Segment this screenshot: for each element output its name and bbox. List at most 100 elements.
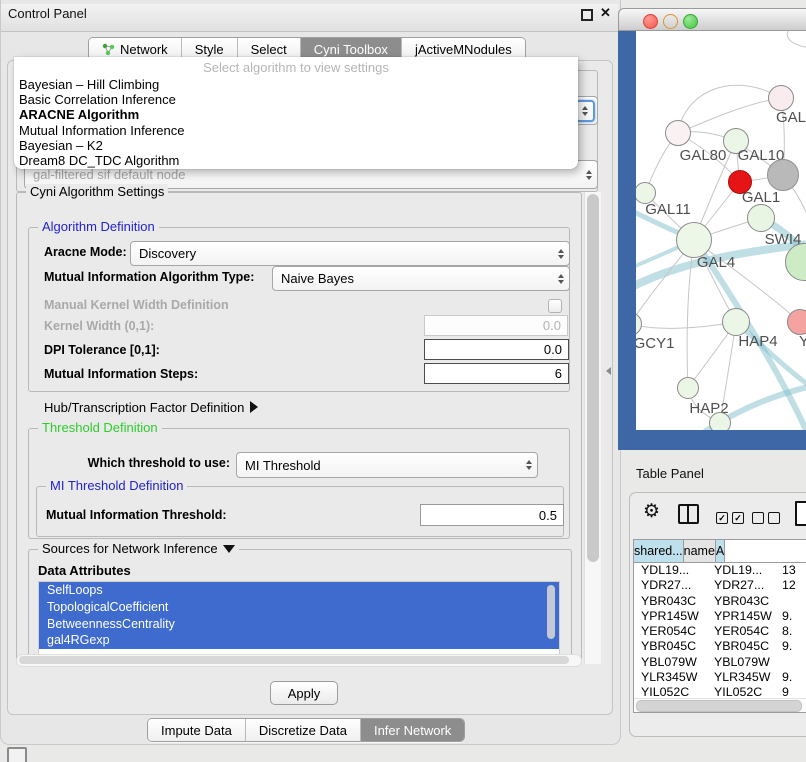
table-cell[interactable]: 8. [778, 624, 806, 639]
network-canvas[interactable]: GALGAL80GAL10GAL1GAL11SWI4GAL4GCY1HAP4YH… [636, 31, 806, 430]
mi-threshold-field[interactable]: 0.5 [420, 504, 564, 526]
horizontal-scrollbar-thumb[interactable] [19, 656, 569, 664]
table-row[interactable]: YLR345WYLR345W9. [634, 670, 806, 685]
network-view-window: GALGAL80GAL10GAL1GAL11SWI4GAL4GCY1HAP4YH… [618, 8, 806, 450]
attribute-item[interactable]: TopologicalCoefficient [39, 599, 559, 616]
network-node[interactable] [709, 412, 731, 430]
hub-definition-expander[interactable]: Hub/Transcription Factor Definition [44, 396, 258, 419]
close-icon[interactable]: ✕ [600, 5, 611, 21]
table-horizontal-scrollbar[interactable] [634, 698, 806, 712]
table-cell[interactable]: YDL19... [634, 563, 710, 578]
table-cell[interactable] [778, 655, 806, 670]
tab[interactable]: Infer Network [361, 719, 464, 741]
table-cell[interactable]: YBR043C [710, 594, 778, 609]
close-traffic-light-icon[interactable] [643, 14, 658, 29]
algorithm-option[interactable]: Bayesian – Hill Climbing [14, 77, 578, 92]
table-cell[interactable] [778, 594, 806, 609]
attribute-item[interactable]: gal4RGexp [39, 632, 559, 649]
table-cell[interactable]: YPR145W [710, 609, 778, 624]
table-cell[interactable]: YBL079W [710, 655, 778, 670]
table-cell[interactable]: YBL079W [634, 655, 710, 670]
table-cell[interactable]: YER054C [634, 624, 710, 639]
split-columns-icon[interactable] [678, 504, 699, 524]
network-node[interactable] [785, 243, 806, 281]
table-row[interactable]: YER054CYER054C8. [634, 624, 806, 639]
vertical-scrollbar[interactable] [584, 192, 601, 664]
mi-steps-label: Mutual Information Steps: [44, 363, 198, 386]
attribute-item[interactable]: SelfLoops [39, 582, 559, 599]
table-cell[interactable]: YBR045C [634, 639, 710, 654]
node-gcy1[interactable] [636, 312, 642, 336]
algorithm-option[interactable]: Bayesian – K2 [14, 138, 578, 153]
vertical-scrollbar-thumb[interactable] [587, 194, 599, 562]
table-cell[interactable]: 9. [778, 670, 806, 685]
node-y[interactable] [787, 309, 806, 335]
mi-algorithm-type-combobox[interactable]: Naive Bayes [272, 266, 570, 291]
table-row[interactable]: YPR145WYPR145W9. [634, 609, 806, 624]
manual-kernel-checkbox[interactable] [548, 299, 562, 313]
table-scrollbar-thumb[interactable] [636, 700, 802, 712]
table-cell[interactable]: 13 [778, 563, 806, 578]
network-focus-frame: GALGAL80GAL10GAL1GAL11SWI4GAL4GCY1HAP4YH… [618, 31, 806, 450]
table-cell[interactable]: YER054C [710, 624, 778, 639]
horizontal-scrollbar[interactable] [16, 654, 582, 667]
data-attributes-label: Data Attributes [38, 559, 131, 582]
stepper-arrows-icon [553, 267, 569, 290]
table-cell[interactable]: YPR145W [634, 609, 710, 624]
tab-label: Cyni Toolbox [314, 42, 388, 57]
mi-steps-field[interactable]: 6 [424, 363, 569, 384]
document-icon[interactable] [795, 501, 806, 526]
node-gal80[interactable] [665, 120, 691, 146]
deselect-all-checkboxes-icon[interactable] [752, 512, 780, 524]
table-cell[interactable]: YLR345W [634, 670, 710, 685]
table-cell[interactable]: YDR27... [710, 578, 778, 593]
column-header[interactable]: shared... [634, 540, 684, 562]
column-header[interactable]: A [716, 540, 725, 562]
table-row[interactable]: YDL19...YDL19...13 [634, 563, 806, 578]
network-source-value: gal-filtered sif default node [33, 167, 581, 182]
panel-divider-arrow[interactable] [606, 367, 611, 375]
which-threshold-combobox[interactable]: MI Threshold [236, 452, 538, 478]
algorithm-option[interactable]: ARACNE Algorithm [14, 107, 578, 122]
node-gal4[interactable] [676, 222, 712, 258]
data-attributes-list: SelfLoopsTopologicalCoefficientBetweenne… [38, 581, 560, 655]
algorithm-option[interactable]: Basic Correlation Inference [14, 92, 578, 107]
node-hap2[interactable] [677, 377, 699, 399]
algorithm-option[interactable]: Mutual Information Inference [14, 123, 578, 138]
table-cell[interactable]: YDR27... [634, 578, 710, 593]
node-hap4[interactable] [722, 308, 750, 336]
network-node[interactable] [767, 159, 799, 191]
table-cell[interactable]: YDL19... [710, 563, 778, 578]
table-cell[interactable]: 9. [778, 609, 806, 624]
column-header[interactable]: name [684, 540, 716, 562]
list-scrollbar-thumb[interactable] [547, 585, 555, 639]
apply-button[interactable]: Apply [270, 681, 338, 705]
tab-label: Discretize Data [259, 723, 347, 738]
table-row[interactable]: YBR043CYBR043C [634, 594, 806, 609]
aracne-mode-combobox[interactable]: Discovery [130, 241, 570, 266]
algorithm-option[interactable]: Dream8 DC_TDC Algorithm [14, 153, 578, 168]
tab[interactable]: Impute Data [148, 719, 246, 741]
node-gal[interactable] [768, 85, 794, 111]
table-row[interactable]: YBR045CYBR045C9. [634, 639, 806, 654]
float-window-icon[interactable] [581, 9, 593, 21]
table-cell[interactable]: 9. [778, 639, 806, 654]
dpi-tolerance-field[interactable]: 0.0 [424, 339, 569, 360]
kernel-width-field[interactable]: 0.0 [424, 315, 568, 336]
table-body: YDL19...YDL19...13YDR27...YDR27...12YBR0… [634, 563, 806, 701]
attribute-item[interactable]: BetweennessCentrality [39, 616, 559, 633]
table-row[interactable]: YBL079WYBL079W [634, 655, 806, 670]
tab[interactable]: Discretize Data [246, 719, 361, 741]
table-cell[interactable]: 12 [778, 578, 806, 593]
node-swi4[interactable] [747, 204, 775, 232]
network-window-titlebar[interactable] [618, 8, 806, 31]
table-row[interactable]: YDR27...YDR27...12 [634, 578, 806, 593]
table-cell[interactable]: YBR045C [710, 639, 778, 654]
minimize-traffic-light-icon[interactable] [663, 14, 678, 29]
zoom-traffic-light-icon[interactable] [683, 14, 698, 29]
table-cell[interactable]: YBR043C [634, 594, 710, 609]
table-cell[interactable]: YLR345W [710, 670, 778, 685]
select-all-checkboxes-icon[interactable]: ✓✓ [716, 512, 744, 524]
minimized-panel-icon[interactable] [7, 747, 27, 762]
gear-icon[interactable]: ⚙ [643, 502, 660, 521]
